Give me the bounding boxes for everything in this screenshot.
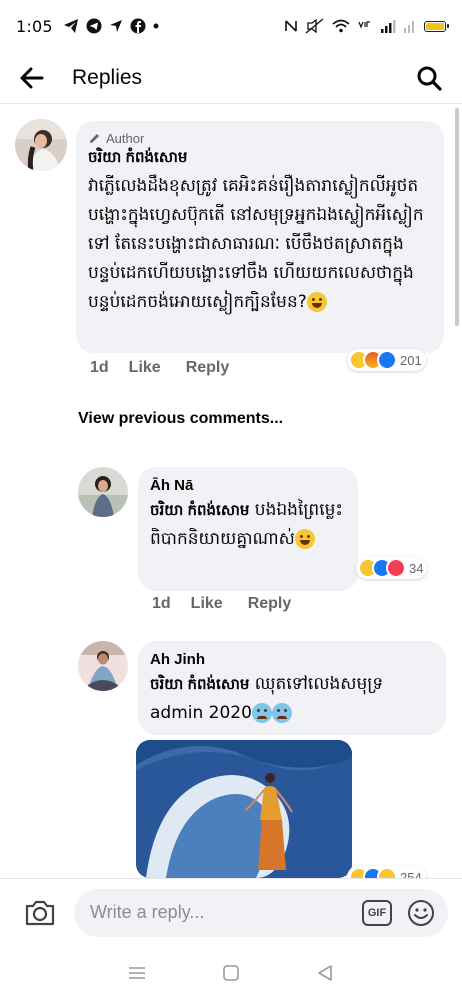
reply-input[interactable]: Write a reply... GIF	[74, 888, 448, 937]
author-tag-label: Author	[106, 131, 145, 146]
laughing-tears-emoji-icon	[294, 529, 315, 549]
pencil-icon	[90, 134, 99, 143]
signal-2-icon	[404, 21, 414, 33]
home-icon[interactable]	[220, 962, 242, 984]
back-icon[interactable]	[314, 962, 336, 984]
reply-image-attachment[interactable]	[136, 740, 352, 878]
telegram-circle-icon	[86, 18, 102, 34]
mute-icon	[305, 18, 324, 34]
anxious-emoji-icon	[271, 703, 292, 723]
like-reaction-icon	[377, 350, 397, 370]
scrollbar[interactable]	[455, 108, 459, 326]
reply-actions: 1d Like Reply	[152, 595, 316, 613]
app-header: Replies	[0, 52, 462, 104]
telegram-icon	[63, 19, 78, 33]
comment-text-body: វាភ្លើលេងដឹងខុសត្រូវ គេអិះគន់រឿងតារាស្លៀ…	[88, 176, 424, 312]
reply-bubble[interactable]: Āh Nā ចរិយា កំពង់សោម បងឯងព្រៃម្លេះ ពិបាក…	[138, 467, 358, 591]
reply-text: ចរិយា កំពង់សោម បងឯងព្រៃម្លេះ ពិបាកនិយាយគ…	[150, 496, 346, 554]
mention-link[interactable]: ចរិយា កំពង់សោម	[150, 676, 249, 693]
system-nav-bar	[0, 946, 462, 1000]
love-reaction-icon	[386, 558, 406, 578]
battery-icon	[424, 20, 449, 32]
reaction-summary[interactable]: 34	[356, 557, 428, 579]
reply-bubble[interactable]: Ah Jinh ចរិយា កំពង់សោម ឈុតទៅលេងសមុទ្រ ad…	[138, 641, 446, 735]
view-previous-comments[interactable]: View previous comments...	[78, 410, 283, 428]
status-time: 1:05	[16, 16, 53, 36]
reaction-count: 201	[400, 352, 422, 368]
signal-icon	[381, 20, 396, 33]
like-button[interactable]: Like	[129, 359, 161, 377]
anxious-emoji-icon	[251, 703, 272, 723]
wifi-icon	[332, 19, 350, 33]
gif-icon[interactable]: GIF	[362, 899, 392, 926]
emoji-picker-icon[interactable]	[406, 898, 436, 928]
dot-icon	[153, 23, 159, 29]
camera-icon[interactable]	[22, 895, 58, 931]
reply-button[interactable]: Reply	[248, 595, 292, 613]
comment-actions: 1d Like Reply	[90, 359, 254, 377]
reply-button[interactable]: Reply	[186, 359, 230, 377]
comment-time: 1d	[90, 359, 109, 376]
avatar[interactable]	[78, 641, 128, 691]
comment-text: វាភ្លើលេងដឹងខុសត្រូវ គេអិះគន់រឿងតារាស្លៀ…	[88, 172, 432, 317]
laughing-tears-emoji-icon	[306, 292, 327, 312]
comment-bubble[interactable]: Author ចរិយា កំពង់សោម វាភ្លើលេងដឹងខុសត្រ…	[76, 121, 444, 353]
reaction-count: 34	[409, 560, 424, 576]
avatar[interactable]	[15, 119, 67, 171]
search-icon[interactable]	[414, 63, 444, 93]
status-bar: 1:05	[0, 0, 462, 52]
avatar[interactable]	[78, 467, 128, 517]
reply-composer: Write a reply... GIF	[0, 878, 462, 946]
commenter-name[interactable]: Ah Jinh	[150, 651, 434, 668]
volte-icon	[358, 20, 372, 32]
facebook-icon	[130, 18, 146, 34]
send-icon	[109, 20, 122, 32]
commenter-name[interactable]: ចរិយា កំពង់សោម	[88, 148, 432, 170]
reply-time: 1d	[152, 595, 171, 612]
reaction-summary[interactable]: 201	[347, 349, 426, 371]
nfc-icon	[285, 20, 297, 32]
page-title: Replies	[72, 65, 143, 89]
commenter-name[interactable]: Āh Nā	[150, 477, 346, 494]
reply-text: ចរិយា កំពង់សោម ឈុតទៅលេងសមុទ្រ admin 2020	[150, 670, 434, 728]
mention-link[interactable]: ចរិយា កំពង់សោម	[150, 502, 249, 519]
recent-apps-icon[interactable]	[126, 962, 148, 984]
back-arrow-icon[interactable]	[18, 64, 46, 92]
reply-placeholder[interactable]: Write a reply...	[90, 902, 362, 923]
like-button[interactable]: Like	[191, 595, 223, 613]
author-tag: Author	[88, 131, 432, 146]
